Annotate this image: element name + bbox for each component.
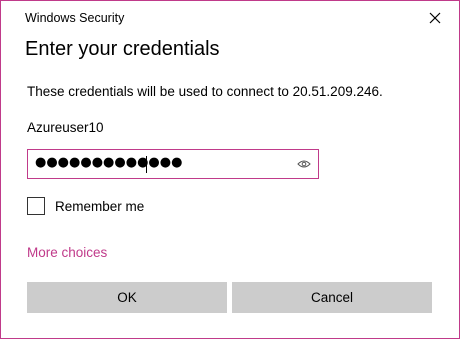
- remember-me-label: Remember me: [55, 198, 145, 214]
- text-caret: [146, 156, 147, 173]
- remember-me-row[interactable]: Remember me: [27, 197, 144, 215]
- more-choices-link[interactable]: More choices: [27, 245, 107, 260]
- close-button[interactable]: [423, 7, 447, 29]
- close-icon: [429, 12, 441, 24]
- reveal-password-button[interactable]: [296, 157, 312, 171]
- eye-icon: [297, 160, 311, 168]
- ok-button[interactable]: OK: [27, 282, 227, 313]
- username-label: Azureuser10: [27, 120, 104, 135]
- dialog-heading: Enter your credentials: [25, 38, 220, 60]
- credentials-dialog: Windows Security Enter your credentials …: [0, 0, 460, 339]
- password-input[interactable]: ●●●●●●●●●●●●●: [27, 149, 319, 179]
- cancel-button[interactable]: Cancel: [232, 282, 432, 313]
- remember-me-checkbox[interactable]: [27, 197, 45, 215]
- password-value: ●●●●●●●●●●●●●: [35, 155, 183, 170]
- window-title: Windows Security: [25, 11, 125, 25]
- dialog-description: These credentials will be used to connec…: [27, 84, 383, 99]
